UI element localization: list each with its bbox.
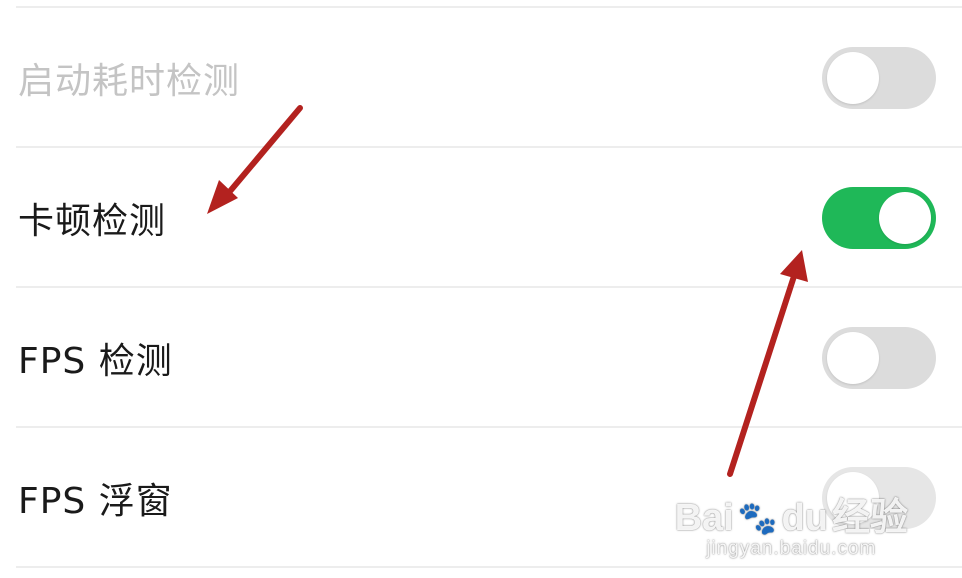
setting-label: 启动耗时检测 xyxy=(18,61,241,102)
paw-icon: 🐾 xyxy=(737,500,778,536)
jank-check-toggle[interactable] xyxy=(822,187,936,249)
setting-row-fps-check[interactable]: FPS 检测 xyxy=(0,288,962,428)
watermark-url: jingyan.baidu.com xyxy=(706,538,877,559)
setting-label: FPS 检测 xyxy=(18,341,173,382)
watermark-brand: Bai 🐾 du 经验 xyxy=(675,498,908,538)
setting-label: 卡顿检测 xyxy=(18,201,167,242)
setting-row-jank-check[interactable]: 卡顿检测 xyxy=(0,148,962,288)
watermark-brand-prefix: Bai xyxy=(674,497,734,539)
toggle-knob xyxy=(827,52,879,104)
baidu-jingyan-watermark: Bai 🐾 du 经验 jingyan.baidu.com xyxy=(675,498,908,560)
toggle-knob xyxy=(827,332,879,384)
settings-page: 启动耗时检测 卡顿检测 FPS 检测 FPS 浮窗 Bai 🐾 du 经验 ji… xyxy=(0,0,962,578)
toggle-knob xyxy=(879,192,931,244)
startup-time-check-toggle[interactable] xyxy=(822,47,936,109)
divider xyxy=(16,566,962,568)
fps-check-toggle[interactable] xyxy=(822,327,936,389)
watermark-brand-suffix: du xyxy=(781,497,828,539)
setting-row-startup-time-check[interactable]: 启动耗时检测 xyxy=(0,8,962,148)
watermark-brand-cn: 经验 xyxy=(831,497,908,539)
setting-label: FPS 浮窗 xyxy=(18,481,173,522)
